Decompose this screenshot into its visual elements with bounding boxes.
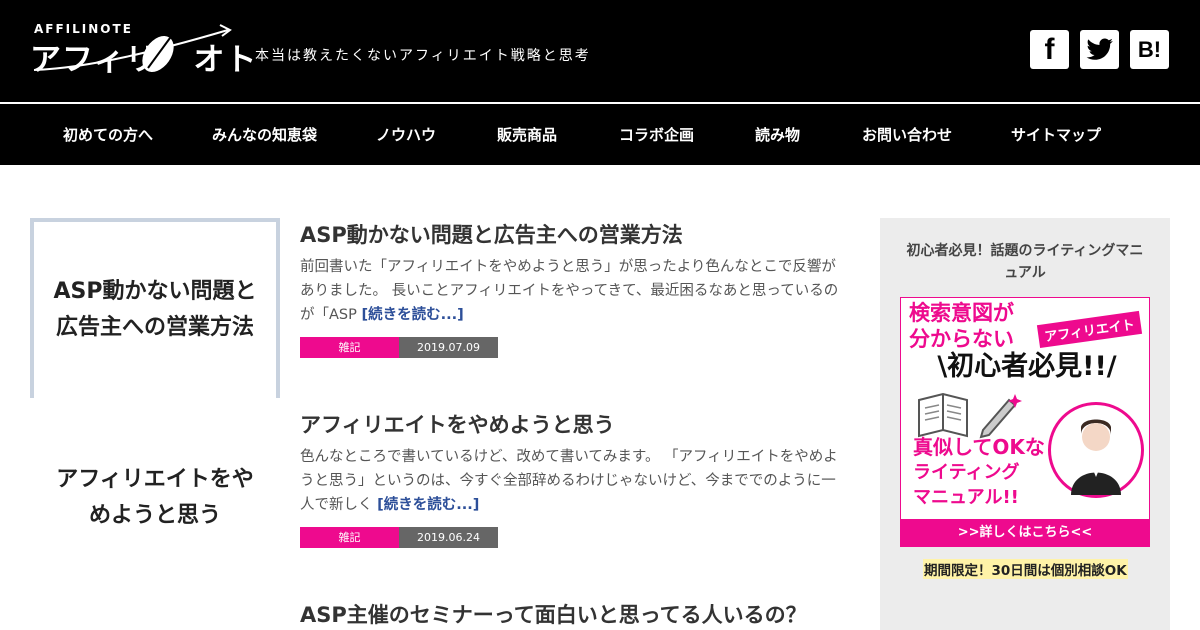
article-title[interactable]: ASP主催のセミナーって面白いと思ってる人いるの？: [300, 599, 807, 629]
global-nav: 初めての方へ みんなの知恵袋 ノウハウ 販売商品 コラボ企画 読み物 お問い合わ…: [0, 103, 1200, 165]
article-excerpt: 色んなところで書いているけど、改めて書いてみます。 「アフィリエイトをやめようと…: [300, 445, 848, 517]
nav-item-collab[interactable]: コラボ企画: [619, 104, 694, 166]
thumbnail-line: アフィリエイトをや: [56, 467, 254, 492]
nav-item-sitemap[interactable]: サイトマップ: [1011, 104, 1101, 166]
thumbnail-text: アフィリエイトをや めようと思う: [56, 462, 254, 534]
article-excerpt: 前回書いた「アフィリエイトをやめようと思う」が思ったより色んなとこで反響がありま…: [300, 255, 848, 327]
site-header: AFFILINOTE アフィリ オト 本当は教えたくないアフィリエイト戦略と思考 …: [0, 0, 1200, 102]
category-badge[interactable]: 雑記: [300, 527, 399, 548]
article-thumbnail[interactable]: アフィリエイトをや めようと思う: [30, 408, 280, 588]
person-icon: [1071, 419, 1121, 495]
widget-title: 初心者必見！話題のライティングマニュアル: [906, 243, 1144, 281]
banner-copy: 真似してOKな ライティング マニュアル!!: [913, 435, 1045, 510]
read-more-link[interactable]: [続きを読む...]: [377, 497, 479, 513]
thumbnail-line: 広告主への営業方法: [55, 315, 254, 340]
nav-item-knowhow[interactable]: ノウハウ: [376, 104, 436, 166]
nav-item-contact[interactable]: お問い合わせ: [862, 104, 952, 166]
thumbnail-line: めようと思う: [88, 503, 221, 528]
hatena-icon: B!: [1137, 36, 1162, 62]
logo-main-part: アフィリ: [30, 42, 158, 78]
businesswoman-illustration: [1048, 402, 1144, 498]
nav-item-knowledge[interactable]: みんなの知恵袋: [212, 104, 317, 166]
thumbnail-line: ASP動かない問題と: [53, 279, 257, 304]
category-badge[interactable]: 雑記: [300, 337, 399, 358]
site-logo[interactable]: AFFILINOTE アフィリ オト: [30, 20, 256, 78]
article-title[interactable]: アフィリエイトをやめようと思う: [300, 409, 615, 439]
twitter-icon: [1086, 37, 1113, 60]
banner-beginner-text: \初心者必見!!/: [937, 351, 1117, 382]
site-tagline: 本当は教えたくないアフィリエイト戦略と思考: [255, 48, 591, 64]
thumbnail-text: ASP動かない問題と 広告主への営業方法: [54, 274, 257, 346]
facebook-icon: f: [1044, 32, 1055, 66]
nav-item-products[interactable]: 販売商品: [497, 104, 557, 166]
nav-item-first-time[interactable]: 初めての方へ: [63, 104, 153, 166]
facebook-share-button[interactable]: f: [1030, 30, 1069, 69]
banner-copy-line: マニュアル!!: [913, 487, 1019, 508]
logo-main-text: アフィリ オト: [30, 34, 257, 79]
banner-tag: アフィリエイト: [1036, 310, 1142, 349]
sidebar-widget: 初心者必見！話題のライティングマニュアル 検索意図が 分からない アフィリエイト…: [880, 218, 1170, 630]
read-more-link[interactable]: [続きを読む...]: [361, 307, 463, 323]
logo-suffix-part: オト: [193, 42, 258, 78]
post-date: 2019.07.09: [399, 337, 498, 358]
post-date: 2019.06.24: [399, 527, 498, 548]
nav-item-reading[interactable]: 読み物: [755, 104, 800, 166]
twitter-share-button[interactable]: [1080, 30, 1119, 69]
writing-manual-banner[interactable]: 検索意図が 分からない アフィリエイト \初心者必見!!/ 真似してOKな ライ…: [900, 297, 1150, 547]
hatena-bookmark-button[interactable]: B!: [1130, 30, 1169, 69]
banner-copy-line: 真似してOKな: [913, 435, 1045, 459]
banner-headline-line: 検索意図が: [909, 301, 1014, 325]
article-thumbnail[interactable]: ASP動かない問題と 広告主への営業方法: [30, 218, 280, 398]
limited-offer-note: 期間限定！30日間は個別相談OK: [923, 559, 1128, 579]
banner-details-link[interactable]: >>詳しくはこちら<<: [901, 519, 1149, 546]
article-title[interactable]: ASP動かない問題と広告主への営業方法: [300, 219, 683, 249]
banner-copy-line: ライティング: [913, 462, 1020, 483]
